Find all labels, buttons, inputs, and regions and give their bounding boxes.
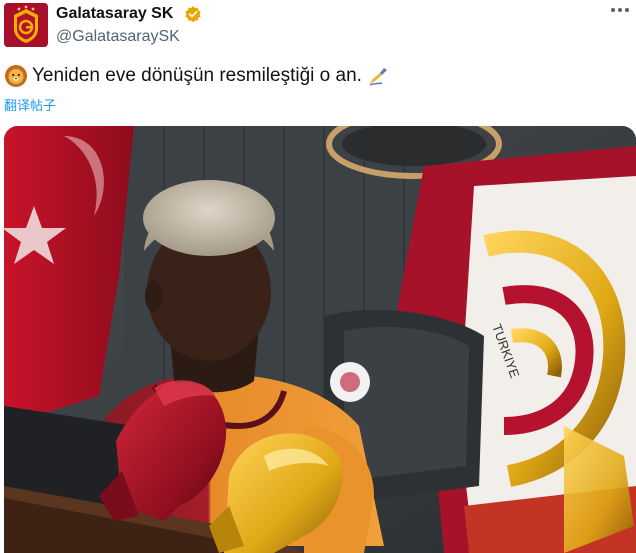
post-header: Galatasaray SK @GalatasaraySK [0, 0, 636, 52]
writing-hand-icon [366, 64, 390, 88]
post-text: Yeniden eve dönüşün resmileştiği o an. [4, 64, 390, 88]
avatar[interactable] [4, 3, 48, 47]
more-options-icon[interactable] [608, 2, 632, 22]
translate-post-link[interactable]: 翻译帖子 [4, 95, 56, 114]
verified-badge-icon [184, 5, 202, 23]
display-name[interactable]: Galatasaray SK [56, 5, 173, 23]
account-handle[interactable]: @GalatasaraySK [56, 28, 180, 46]
post-photo[interactable]: TURKIYE [4, 126, 636, 553]
lion-face-icon [4, 64, 28, 88]
post-text-content: Yeniden eve dönüşün resmileştiği o an. [32, 65, 362, 86]
